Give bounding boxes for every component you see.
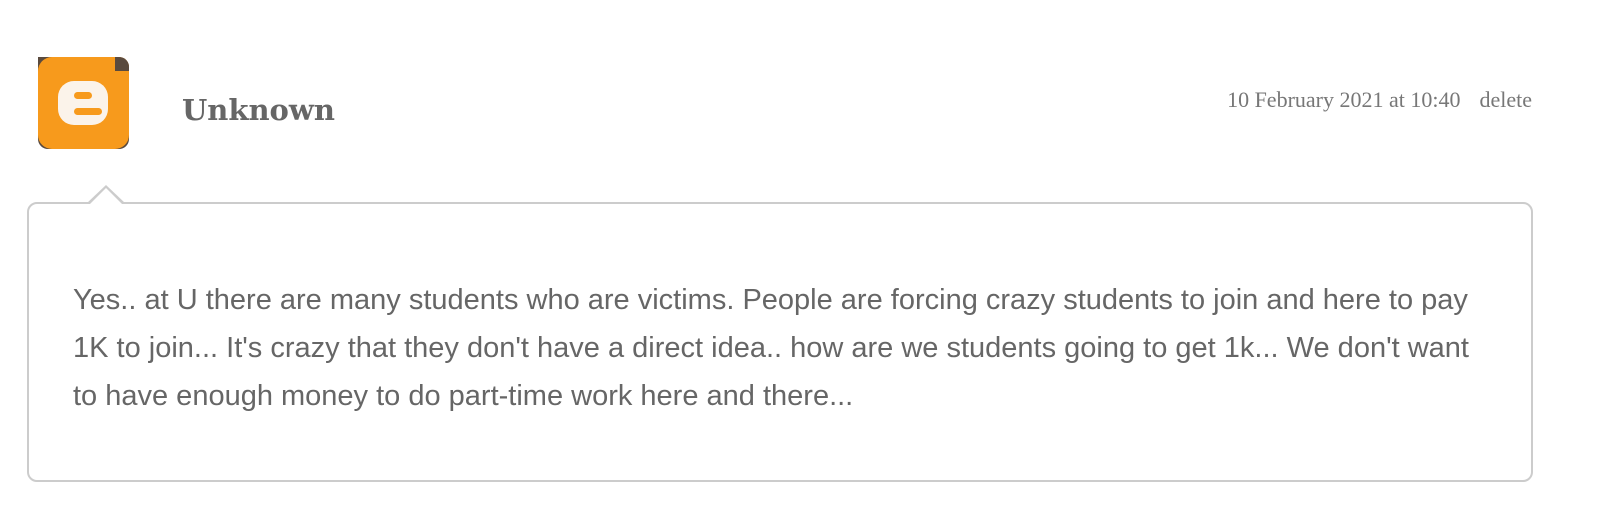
avatar[interactable]: [38, 57, 129, 149]
comment-body: Yes.. at U there are many students who a…: [73, 284, 1469, 412]
comment-author[interactable]: Unknown: [182, 91, 335, 129]
delete-link[interactable]: delete: [1479, 87, 1532, 112]
comment: Unknown 10 February 2021 at 10:40 delete …: [0, 0, 1600, 523]
comment-bubble: Yes.. at U there are many students who a…: [27, 185, 1533, 482]
comment-timestamp[interactable]: 10 February 2021 at 10:40: [1227, 87, 1460, 112]
comment-meta: 10 February 2021 at 10:40 delete: [1227, 85, 1532, 115]
